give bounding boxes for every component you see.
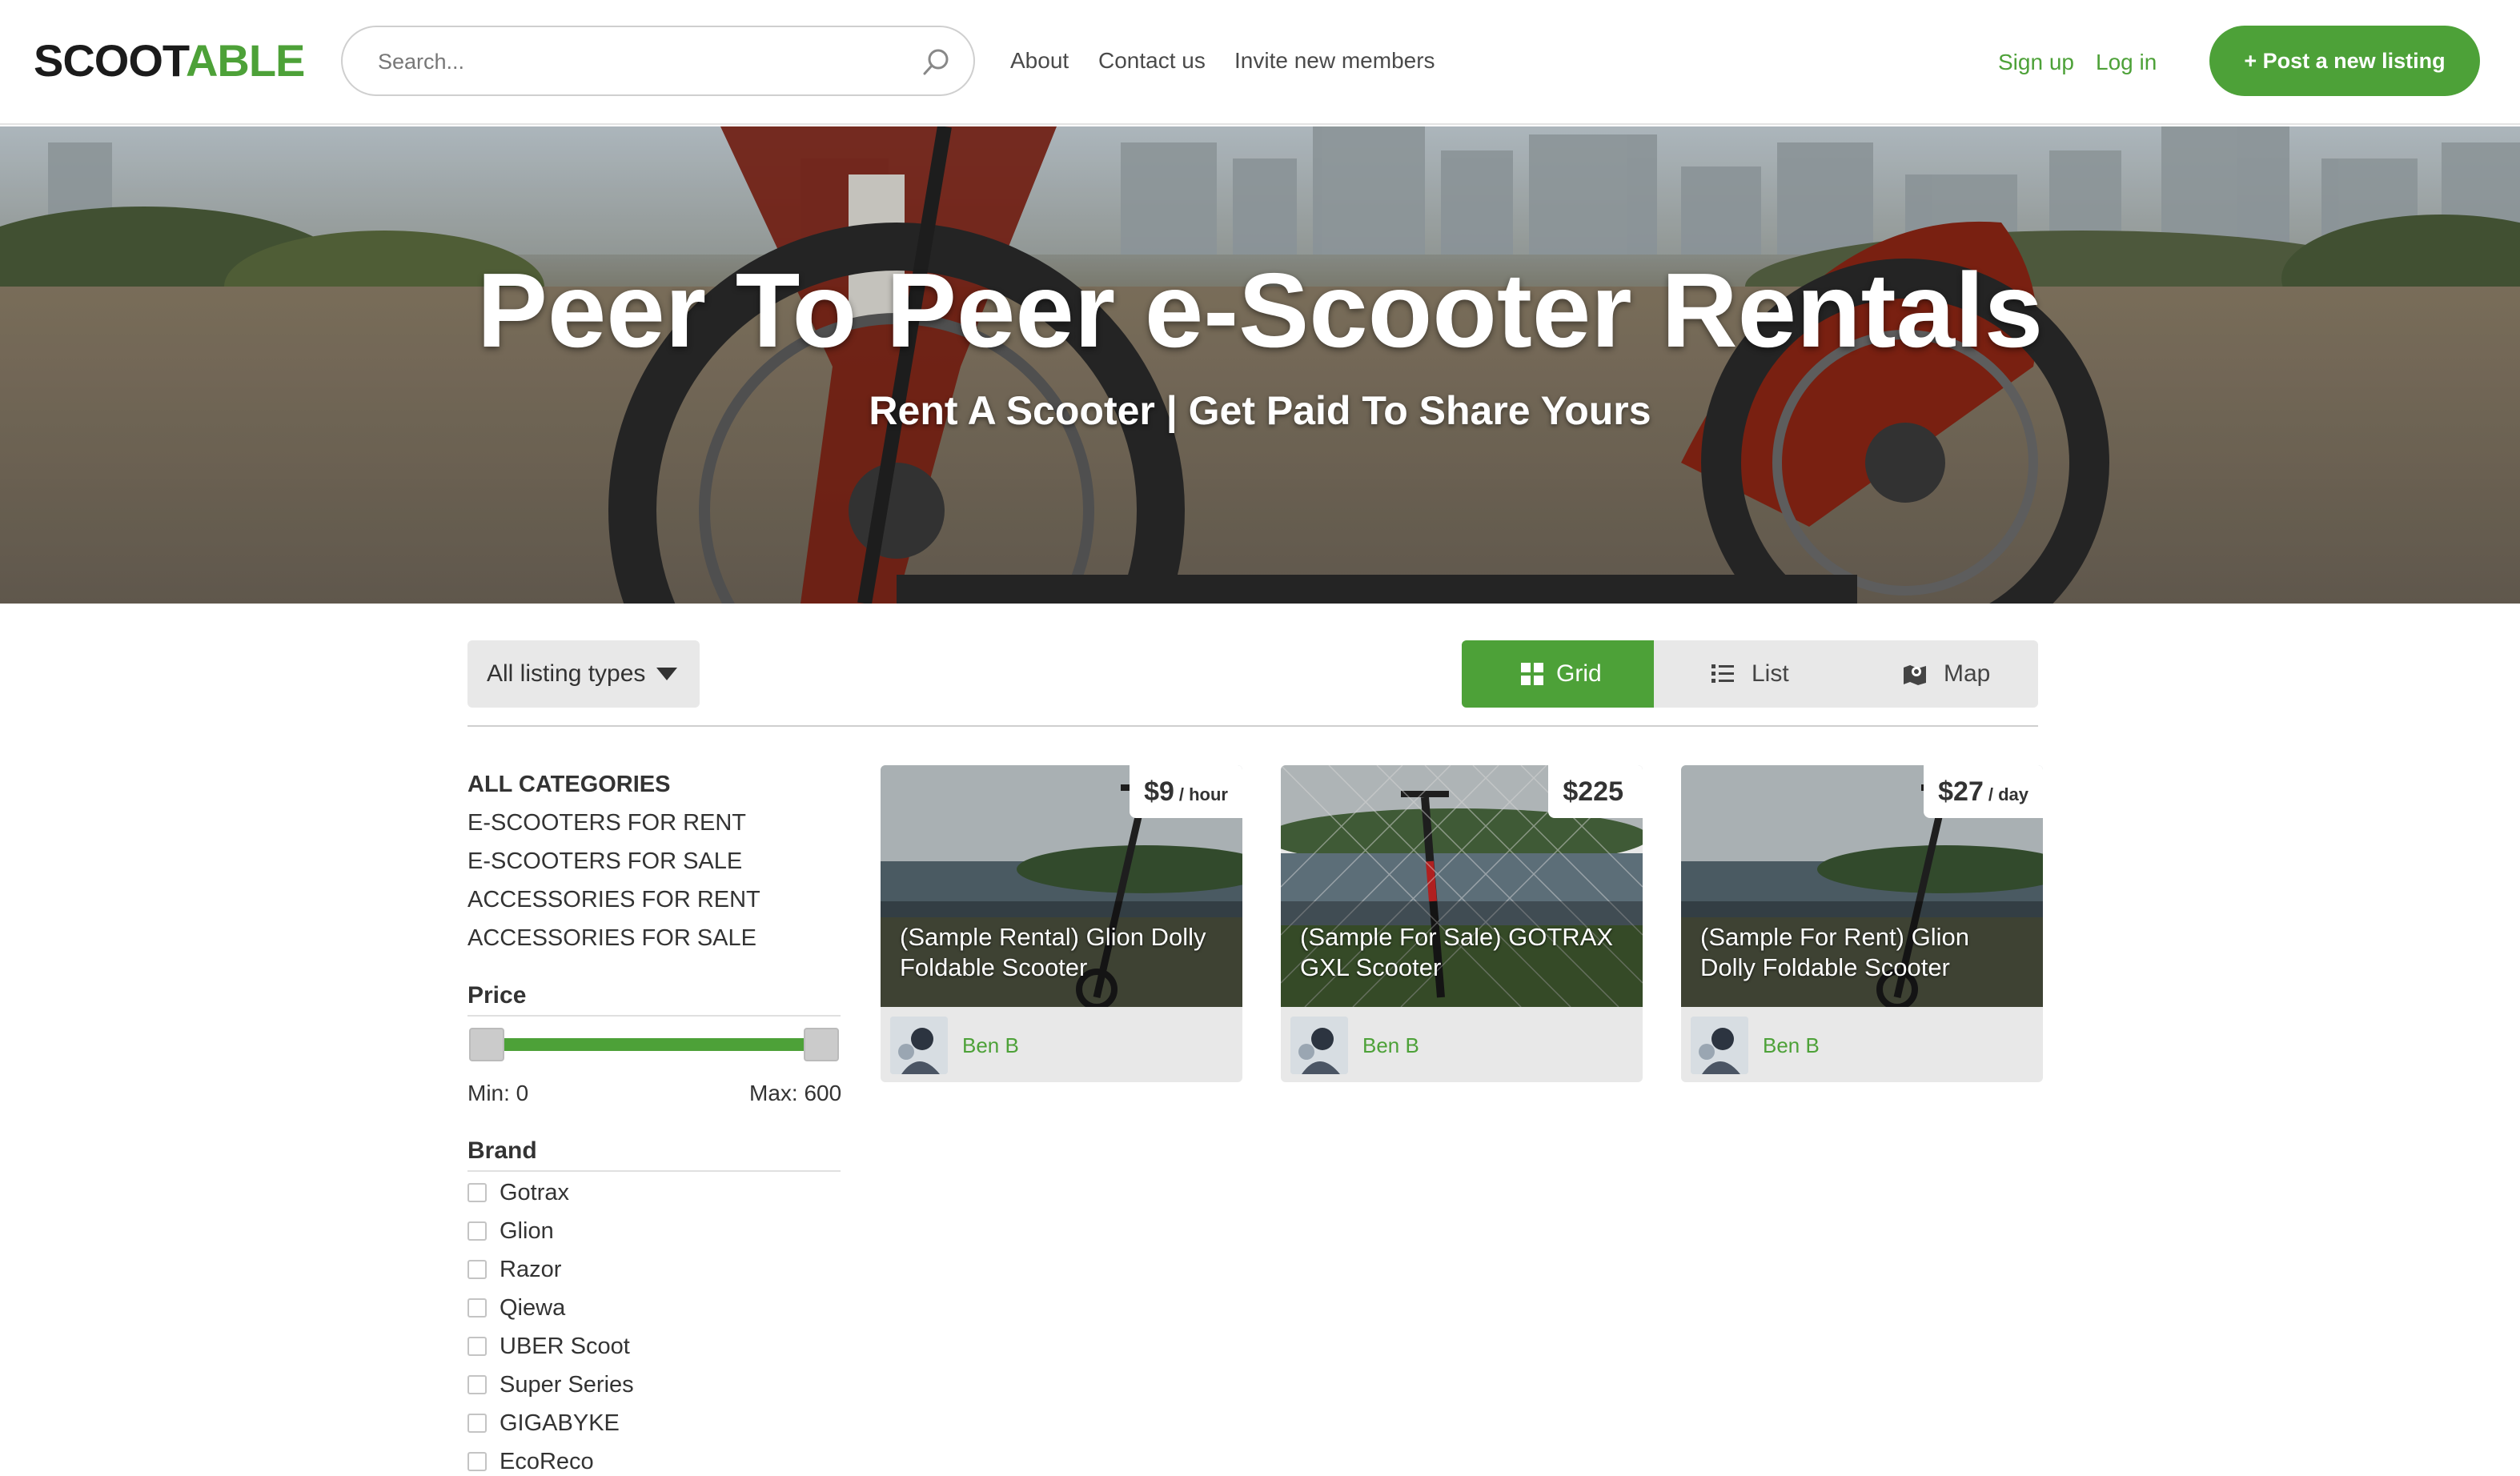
nav-about[interactable]: About bbox=[1010, 43, 1069, 78]
listing-price-tag: $27/ day bbox=[1924, 765, 2043, 818]
listing-type-dropdown[interactable]: All listing types bbox=[467, 640, 700, 708]
avatar[interactable] bbox=[1691, 1017, 1748, 1074]
listing-card[interactable]: $225 (Sample For Sale) GOTRAX GXL Scoote… bbox=[1281, 765, 1643, 1082]
brand-label: UBER Scoot bbox=[500, 1334, 630, 1359]
brand-heading: Brand bbox=[467, 1137, 537, 1164]
listing-price-unit: / day bbox=[1988, 784, 2028, 804]
brand-checkbox[interactable] bbox=[467, 1375, 487, 1394]
avatar[interactable] bbox=[890, 1017, 948, 1074]
login-link[interactable]: Log in bbox=[2096, 45, 2157, 80]
map-icon bbox=[1904, 665, 1926, 685]
list-view-button[interactable]: List bbox=[1654, 640, 1846, 708]
hero-banner: Peer To Peer e-Scooter Rentals Rent A Sc… bbox=[0, 126, 2520, 604]
list-view-label: List bbox=[1752, 660, 1789, 687]
listing-type-label: All listing types bbox=[487, 660, 646, 687]
price-min-label: Min: 0 bbox=[467, 1081, 529, 1105]
category-escooters-rent[interactable]: E-SCOOTERS FOR RENT bbox=[467, 807, 746, 839]
price-slider-max-handle[interactable] bbox=[804, 1028, 839, 1061]
search-input[interactable] bbox=[378, 43, 890, 80]
listing-price: $9 bbox=[1144, 776, 1174, 807]
logo[interactable]: SCOOTABLE bbox=[34, 32, 305, 90]
hero-subtitle: Rent A Scooter | Get Paid To Share Yours bbox=[869, 388, 1651, 433]
price-slider-min-handle[interactable] bbox=[469, 1028, 504, 1061]
brand-label: GIGABYKE bbox=[500, 1410, 620, 1436]
listing-price: $27 bbox=[1938, 776, 1984, 807]
price-max-label: Max: 600 bbox=[749, 1081, 842, 1105]
map-view-label: Map bbox=[1944, 660, 1991, 687]
listing-card[interactable]: $27/ day (Sample For Rent) Glion Dolly F… bbox=[1681, 765, 2043, 1082]
view-switcher: Grid List Map bbox=[1462, 640, 2038, 708]
post-listing-button[interactable]: + Post a new listing bbox=[2209, 26, 2480, 96]
brand-checkbox[interactable] bbox=[467, 1183, 487, 1202]
hero-title: Peer To Peer e-Scooter Rentals bbox=[476, 251, 2044, 369]
brand-label: Gotrax bbox=[500, 1180, 570, 1205]
listing-price-tag: $225 bbox=[1548, 765, 1643, 818]
toolbar-divider bbox=[467, 725, 2038, 727]
nav-invite[interactable]: Invite new members bbox=[1234, 43, 1435, 78]
brand-checkbox[interactable] bbox=[467, 1452, 487, 1471]
grid-view-button[interactable]: Grid bbox=[1462, 640, 1654, 708]
avatar[interactable] bbox=[1290, 1017, 1348, 1074]
grid-icon bbox=[1521, 663, 1543, 685]
listing-price-unit: / hour bbox=[1178, 784, 1228, 804]
category-accessories-rent[interactable]: ACCESSORIES FOR RENT bbox=[467, 884, 760, 916]
logo-able: ABLE bbox=[185, 35, 305, 86]
signup-link[interactable]: Sign up bbox=[1998, 45, 2074, 80]
search-icon[interactable] bbox=[919, 45, 954, 80]
map-view-button[interactable]: Map bbox=[1846, 640, 2038, 708]
listing-title[interactable]: (Sample For Rent) Glion Dolly Foldable S… bbox=[1700, 922, 2028, 983]
top-bar: SCOOTABLE About Contact us Invite new me… bbox=[0, 0, 2520, 125]
listing-author[interactable]: Ben B bbox=[1362, 1029, 1419, 1061]
category-all[interactable]: ALL CATEGORIES bbox=[467, 768, 671, 800]
brand-label: Razor bbox=[500, 1257, 562, 1282]
brand-label: Qiewa bbox=[500, 1295, 566, 1321]
list-icon bbox=[1711, 664, 1734, 683]
category-escooters-sale[interactable]: E-SCOOTERS FOR SALE bbox=[467, 845, 742, 877]
brand-label: EcoReco bbox=[500, 1449, 594, 1474]
brand-label: Glion bbox=[500, 1218, 554, 1244]
brand-checkbox[interactable] bbox=[467, 1221, 487, 1241]
brand-checkbox[interactable] bbox=[467, 1414, 487, 1433]
price-heading: Price bbox=[467, 982, 527, 1009]
price-divider bbox=[467, 1015, 841, 1017]
brand-checkbox[interactable] bbox=[467, 1298, 487, 1318]
caret-down-icon bbox=[656, 668, 677, 680]
brand-checkbox[interactable] bbox=[467, 1337, 487, 1356]
brand-divider bbox=[467, 1170, 841, 1172]
price-slider-track[interactable] bbox=[485, 1038, 821, 1051]
brand-checkbox[interactable] bbox=[467, 1260, 487, 1279]
logo-scoot: SCOOT bbox=[34, 35, 187, 86]
listing-author[interactable]: Ben B bbox=[962, 1029, 1019, 1061]
listing-title[interactable]: (Sample Rental) Glion Dolly Foldable Sco… bbox=[900, 922, 1228, 983]
category-accessories-sale[interactable]: ACCESSORIES FOR SALE bbox=[467, 922, 756, 954]
nav-contact[interactable]: Contact us bbox=[1098, 43, 1206, 78]
grid-view-label: Grid bbox=[1556, 660, 1602, 687]
listing-price-tag: $9/ hour bbox=[1130, 765, 1242, 818]
listing-author[interactable]: Ben B bbox=[1763, 1029, 1820, 1061]
brand-label: Super Series bbox=[500, 1372, 634, 1398]
listing-title[interactable]: (Sample For Sale) GOTRAX GXL Scooter bbox=[1300, 922, 1628, 983]
listing-price: $225 bbox=[1563, 776, 1623, 807]
listing-card[interactable]: $9/ hour (Sample Rental) Glion Dolly Fol… bbox=[881, 765, 1242, 1082]
search-box bbox=[341, 26, 975, 96]
